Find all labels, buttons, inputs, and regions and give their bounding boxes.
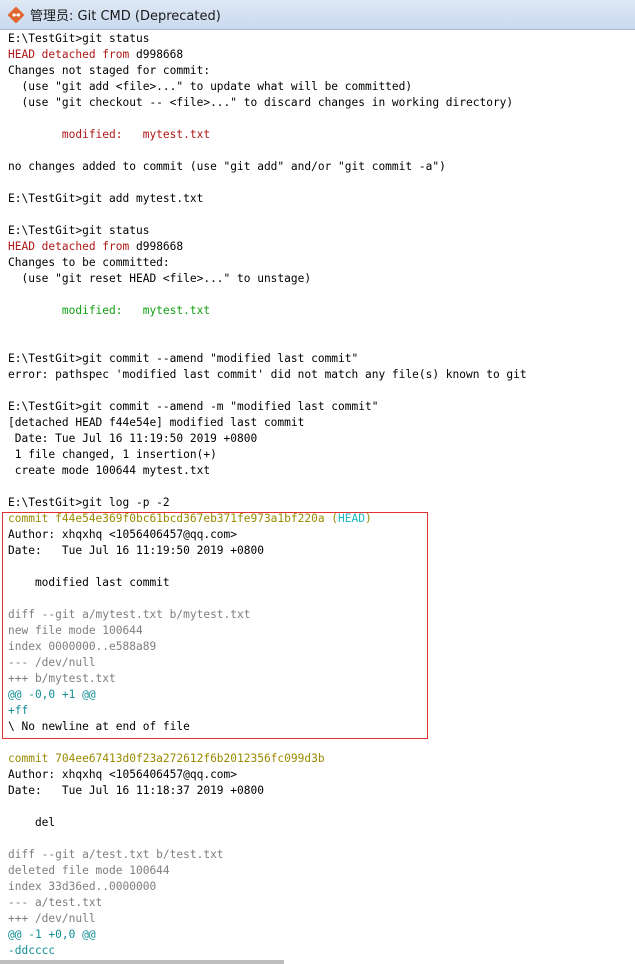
- console-line: modified last commit: [8, 576, 170, 589]
- console-line: Date: Tue Jul 16 11:19:50 2019 +0800: [8, 432, 258, 445]
- console-line: error: pathspec 'modified last commit' d…: [8, 368, 527, 381]
- console-line-segment: ): [365, 512, 372, 525]
- console-line: E:\TestGit>git commit --amend -m "modifi…: [8, 400, 379, 413]
- console-line: Date: Tue Jul 16 11:19:50 2019 +0800: [8, 544, 264, 557]
- console-line: -ddcccc: [8, 944, 56, 957]
- console-line: (use "git add <file>..." to update what …: [8, 80, 413, 93]
- console-line: Author: xhqxhq <1056406457@qq.com>: [8, 528, 238, 541]
- console-line: E:\TestGit>git commit --amend "modified …: [8, 352, 359, 365]
- console-line-segment: HEAD detached from: [8, 240, 130, 253]
- git-app-icon: [8, 6, 24, 23]
- console-line-segment: HEAD detached from: [8, 48, 130, 61]
- console-lines: E:\TestGit>git status HEAD detached from …: [8, 31, 635, 959]
- console-line: \ No newline at end of file: [8, 720, 190, 733]
- window-titlebar[interactable]: 管理员: Git CMD (Deprecated): [0, 0, 635, 30]
- console-line: commit 704ee67413d0f23a272612f6b2012356f…: [8, 752, 325, 765]
- console-line-segment: HEAD: [338, 512, 365, 525]
- console-line: [detached HEAD f44e54e] modified last co…: [8, 416, 305, 429]
- console-line: (use "git reset HEAD <file>..." to unsta…: [8, 272, 312, 285]
- console-output[interactable]: E:\TestGit>git status HEAD detached from …: [0, 31, 635, 964]
- console-line: HEAD detached from d998668: [8, 47, 635, 63]
- console-line: modified: mytest.txt: [8, 128, 211, 141]
- console-line: --- /dev/null: [8, 656, 96, 669]
- console-line: E:\TestGit>git add mytest.txt: [8, 192, 204, 205]
- console-line: Author: xhqxhq <1056406457@qq.com>: [8, 768, 238, 781]
- console-line: no changes added to commit (use "git add…: [8, 160, 446, 173]
- console-line: +++ b/mytest.txt: [8, 672, 116, 685]
- console-line: E:\TestGit>git status: [8, 224, 150, 237]
- horizontal-scrollbar[interactable]: [0, 960, 284, 964]
- console-line: @@ -0,0 +1 @@: [8, 688, 96, 701]
- window-title-name: Git CMD (Deprecated): [77, 9, 221, 24]
- console-line: index 33d36ed..0000000: [8, 880, 157, 893]
- console-line: diff --git a/test.txt b/test.txt: [8, 848, 224, 861]
- console-line: modified: mytest.txt: [8, 304, 211, 317]
- console-line: index 0000000..e588a89: [8, 640, 157, 653]
- console-line-segment: d998668: [129, 240, 184, 253]
- console-line: 1 file changed, 1 insertion(+): [8, 448, 217, 461]
- console-line: +++ /dev/null: [8, 912, 96, 925]
- console-line-segment: commit f44e54e369f0bc61bcd367eb371fe973a…: [8, 512, 339, 525]
- console-line: (use "git checkout -- <file>..." to disc…: [8, 96, 514, 109]
- window-title-prefix: 管理员:: [30, 9, 74, 24]
- console-line: new file mode 100644: [8, 624, 143, 637]
- console-line: diff --git a/mytest.txt b/mytest.txt: [8, 608, 251, 621]
- console-line: Changes not staged for commit:: [8, 64, 211, 77]
- console-line: HEAD detached from d998668: [8, 239, 635, 255]
- console-line: @@ -1 +0,0 @@: [8, 928, 96, 941]
- console-line: --- a/test.txt: [8, 896, 103, 909]
- console-line: Changes to be committed:: [8, 256, 170, 269]
- console-line: Date: Tue Jul 16 11:18:37 2019 +0800: [8, 784, 264, 797]
- console-line: del: [8, 816, 56, 829]
- console-line: +ff: [8, 704, 29, 717]
- console-line: E:\TestGit>git status: [8, 32, 150, 45]
- console-line: commit f44e54e369f0bc61bcd367eb371fe973a…: [8, 511, 635, 527]
- console-line-segment: d998668: [129, 48, 184, 61]
- console-line: E:\TestGit>git log -p -2: [8, 496, 170, 509]
- window-title: 管理员: Git CMD (Deprecated): [30, 5, 221, 24]
- console-line: create mode 100644 mytest.txt: [8, 464, 211, 477]
- console-line: deleted file mode 100644: [8, 864, 170, 877]
